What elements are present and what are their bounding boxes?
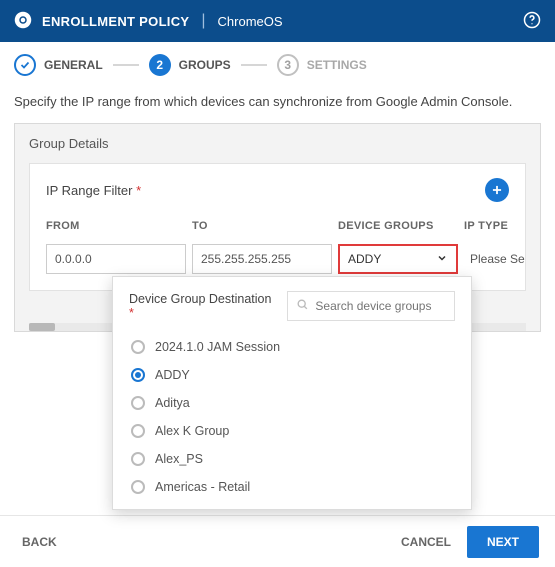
step-connector	[241, 64, 267, 66]
radio-icon	[131, 452, 145, 466]
card-title-text: IP Range Filter	[46, 183, 132, 198]
required-marker: *	[129, 306, 134, 320]
next-button[interactable]: NEXT	[467, 526, 539, 558]
panel-title: Group Details	[29, 136, 526, 151]
col-ip-type: IP TYPE	[464, 220, 534, 232]
device-group-dropdown: Device Group Destination * 2024.1.0 JAM …	[112, 276, 472, 510]
step-label: GROUPS	[179, 58, 231, 72]
dropdown-option[interactable]: Aditya	[129, 389, 451, 417]
help-icon[interactable]	[523, 11, 541, 32]
cancel-button[interactable]: CANCEL	[395, 527, 457, 557]
col-from: FROM	[46, 220, 186, 232]
dropdown-option[interactable]: 2024.1.0 JAM Session	[129, 333, 451, 361]
ip-range-card: IP Range Filter * FROM TO DEVICE GROUPS …	[29, 163, 526, 291]
step-label: GENERAL	[44, 58, 103, 72]
chevron-down-icon	[436, 252, 448, 267]
footer: BACK CANCEL NEXT	[0, 515, 555, 567]
dropdown-search-input[interactable]	[315, 299, 446, 313]
col-to: TO	[192, 220, 332, 232]
dropdown-option[interactable]: Alex K Group	[129, 417, 451, 445]
step-connector	[113, 64, 139, 66]
stepper: GENERAL 2 GROUPS 3 SETTINGS	[0, 42, 555, 86]
dropdown-title: Device Group Destination *	[129, 292, 277, 320]
radio-icon	[131, 368, 145, 382]
radio-icon	[131, 424, 145, 438]
required-marker: *	[136, 183, 141, 198]
dropdown-option-label: Aditya	[155, 396, 190, 410]
header-separator: |	[201, 12, 205, 30]
header-subtitle: ChromeOS	[218, 14, 283, 29]
checkmark-icon	[14, 54, 36, 76]
radio-icon	[131, 340, 145, 354]
dropdown-option-label: ADDY	[155, 368, 190, 382]
step-general[interactable]: GENERAL	[14, 54, 103, 76]
radio-icon	[131, 480, 145, 494]
page-description: Specify the IP range from which devices …	[0, 86, 555, 123]
step-number: 2	[149, 54, 171, 76]
add-row-button[interactable]	[485, 178, 509, 202]
dropdown-option-label: Americas - Retail	[155, 480, 250, 494]
dropdown-option[interactable]: ADDY	[129, 361, 451, 389]
dropdown-option[interactable]: Americas - Retail	[129, 473, 451, 501]
radio-icon	[131, 396, 145, 410]
dropdown-title-text: Device Group Destination	[129, 292, 271, 306]
to-input[interactable]	[192, 244, 332, 274]
header-title: ENROLLMENT POLICY	[42, 14, 189, 29]
device-group-selected: ADDY	[348, 252, 381, 266]
dropdown-option[interactable]: Alex_PS	[129, 445, 451, 473]
step-number: 3	[277, 54, 299, 76]
dropdown-list[interactable]: 2024.1.0 JAM Session ADDY Aditya Alex K Gro…	[129, 333, 455, 501]
dropdown-option-label: Alex K Group	[155, 424, 229, 438]
card-title: IP Range Filter *	[46, 183, 141, 198]
search-icon	[296, 298, 309, 314]
ip-type-value[interactable]: Please Se	[464, 252, 534, 266]
dropdown-option-label: 2024.1.0 JAM Session	[155, 340, 280, 354]
dropdown-option-label: Alex_PS	[155, 452, 203, 466]
step-settings[interactable]: 3 SETTINGS	[277, 54, 367, 76]
from-input[interactable]	[46, 244, 186, 274]
step-label: SETTINGS	[307, 58, 367, 72]
horizontal-scroll-thumb[interactable]	[29, 323, 55, 331]
step-groups[interactable]: 2 GROUPS	[149, 54, 231, 76]
app-header: ENROLLMENT POLICY | ChromeOS	[0, 0, 555, 42]
dropdown-search[interactable]	[287, 291, 455, 321]
device-group-select[interactable]: ADDY	[338, 244, 458, 274]
chrome-icon	[14, 11, 32, 32]
back-button[interactable]: BACK	[16, 527, 63, 557]
col-device-groups: DEVICE GROUPS	[338, 220, 458, 232]
